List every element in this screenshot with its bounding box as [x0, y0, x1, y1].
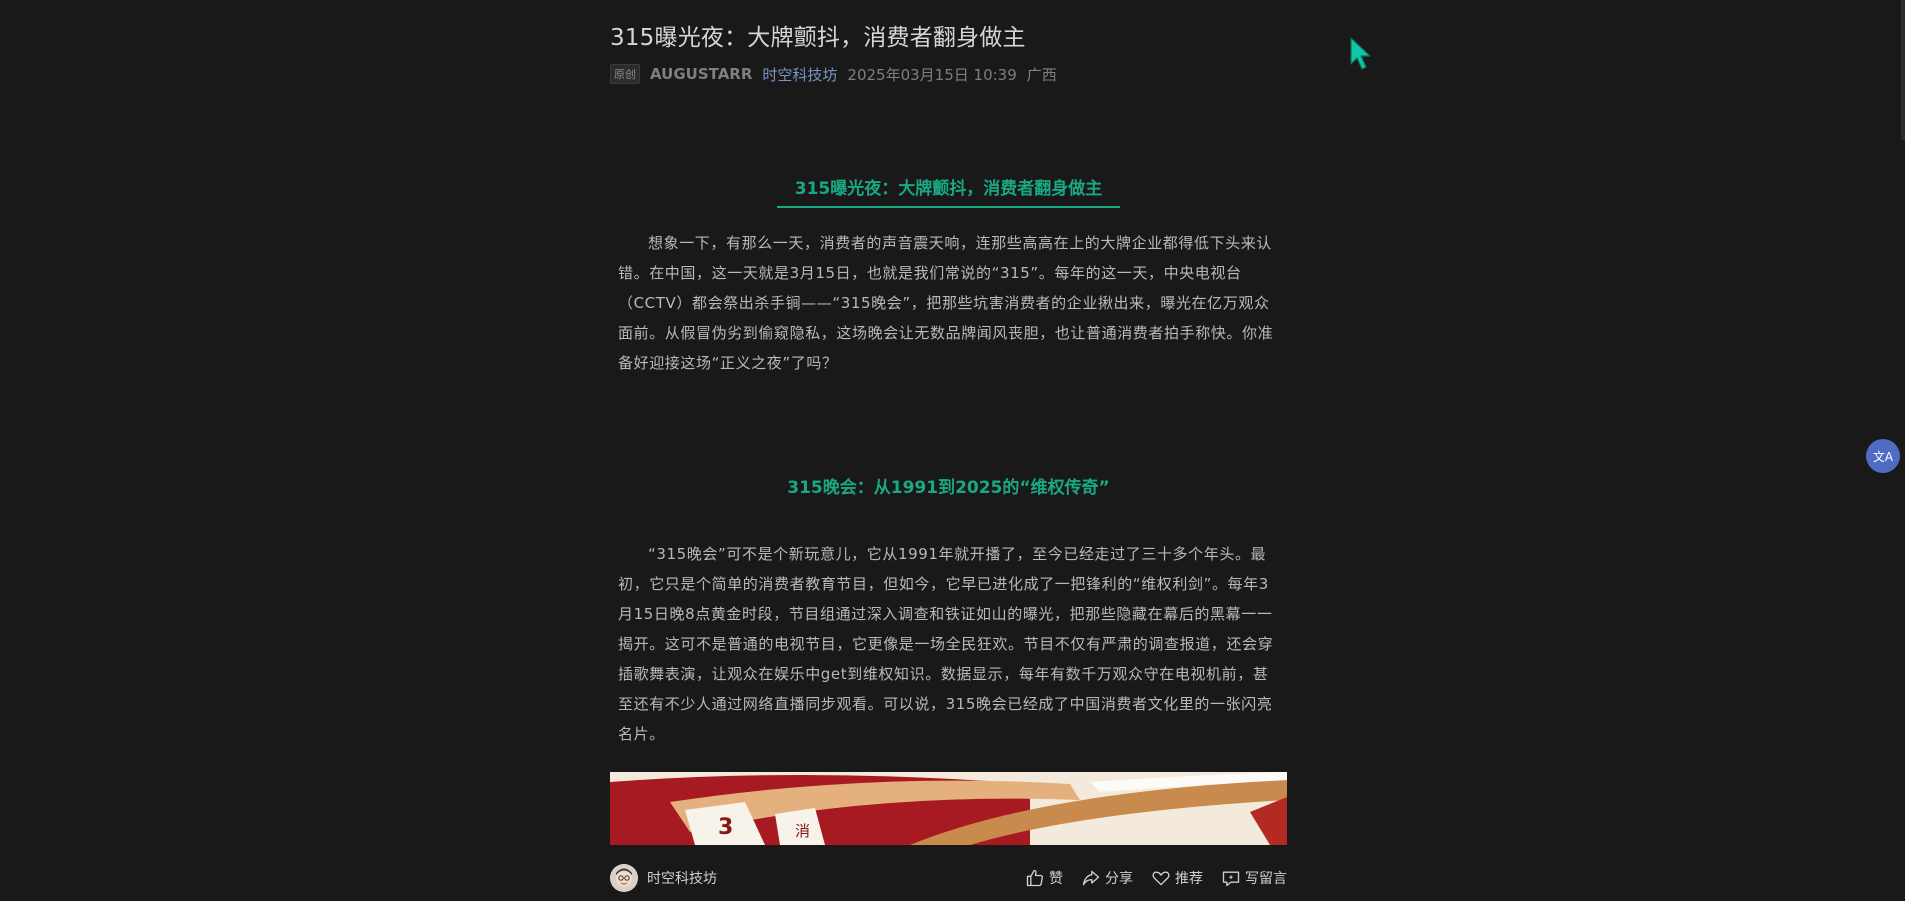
- account-link[interactable]: 时空科技坊: [762, 64, 837, 85]
- share-button[interactable]: 分享: [1081, 868, 1133, 888]
- scrollbar-thumb[interactable]: [1901, 0, 1905, 140]
- thumbs-up-icon: [1026, 869, 1044, 887]
- share-label: 分享: [1105, 871, 1133, 887]
- mouse-cursor-icon: [1350, 37, 1371, 70]
- like-label: 赞: [1049, 871, 1063, 887]
- avatar-face-icon: [610, 864, 638, 892]
- original-tag: 原创: [610, 64, 640, 84]
- article-banner-image: 3 消: [610, 772, 1287, 845]
- account-box[interactable]: 时空科技坊: [610, 864, 717, 892]
- bottom-account-name[interactable]: 时空科技坊: [647, 868, 717, 888]
- paragraph-1: 想象一下，有那么一天，消费者的声音震天响，连那些高高在上的大牌企业都得低下头来认…: [618, 234, 1274, 372]
- recommend-button[interactable]: 推荐: [1151, 868, 1203, 888]
- avatar[interactable]: [610, 864, 638, 892]
- banner-text-3: 3: [718, 815, 733, 840]
- recommend-label: 推荐: [1175, 871, 1203, 887]
- translate-button[interactable]: 文A: [1866, 439, 1900, 473]
- comment-button[interactable]: 写留言: [1221, 868, 1287, 888]
- heart-icon: [1152, 871, 1170, 886]
- like-button[interactable]: 赞: [1025, 868, 1063, 888]
- section-title-1: 315曝光夜：大牌颤抖，消费者翻身做主: [610, 174, 1287, 208]
- page: 315曝光夜：大牌颤抖，消费者翻身做主 原创 AUGUSTARR 时空科技坊 2…: [0, 0, 1905, 901]
- paragraph-2: “315晚会”可不是个新玩意儿，它从1991年就开播了，至今已经走过了三十多个年…: [618, 545, 1274, 743]
- comment-label: 写留言: [1245, 871, 1287, 887]
- banner-text-xiao: 消: [795, 822, 810, 840]
- translate-icon: 文A: [1872, 449, 1894, 464]
- author-name: AUGUSTARR: [650, 65, 753, 83]
- bottom-action-bar: 时空科技坊 赞 分享 推荐 写留言: [610, 860, 1287, 896]
- section-title-2-text: 315晚会：从1991到2025的“维权传奇”: [787, 478, 1110, 498]
- share-icon: [1082, 870, 1100, 886]
- section-title-1-text: 315曝光夜：大牌颤抖，消费者翻身做主: [776, 174, 1121, 208]
- article-title: 315曝光夜：大牌颤抖，消费者翻身做主: [610, 25, 1026, 51]
- publish-location: 广西: [1026, 65, 1057, 84]
- publish-date: 2025年03月15日 10:39: [847, 65, 1017, 84]
- comment-icon: [1222, 871, 1240, 887]
- action-group: 赞 分享 推荐 写留言: [1025, 868, 1287, 888]
- article-meta: 原创 AUGUSTARR 时空科技坊 2025年03月15日 10:39 广西: [610, 64, 1057, 84]
- banner-graphic: 3 消: [610, 772, 1287, 845]
- section-title-2: 315晚会：从1991到2025的“维权传奇”: [610, 473, 1287, 498]
